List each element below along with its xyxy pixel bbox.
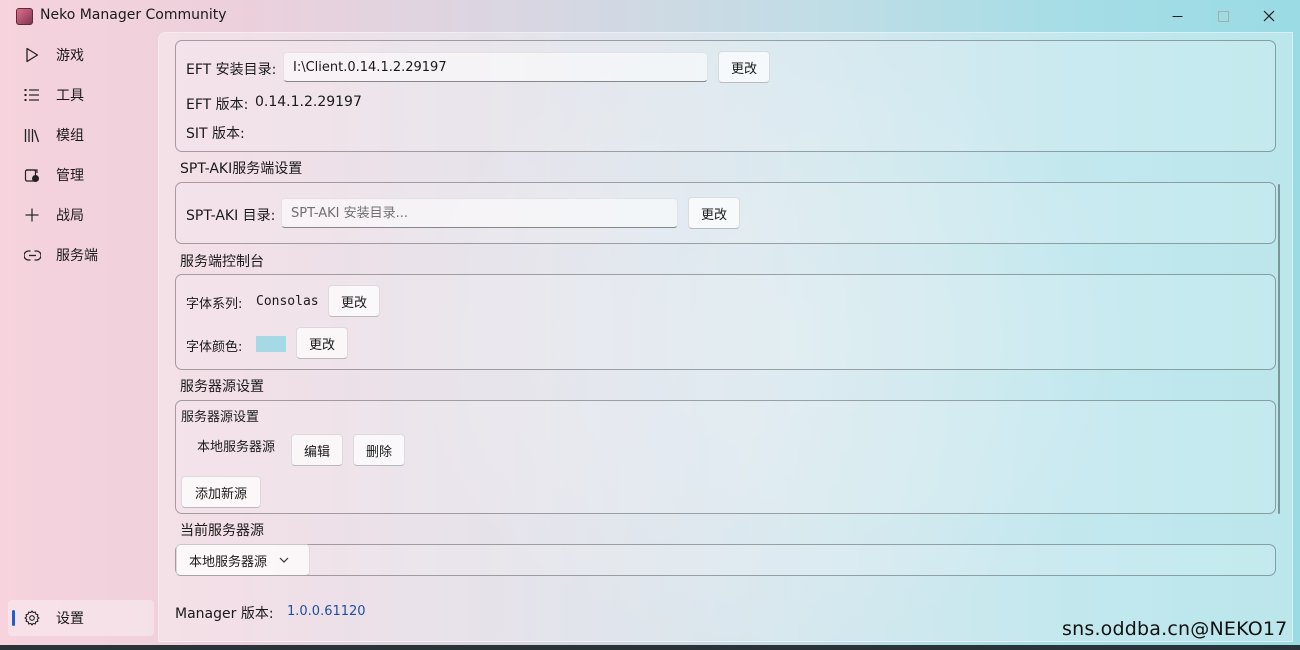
server-source-delete-button[interactable]: 删除 bbox=[353, 434, 405, 466]
minimize-icon bbox=[1172, 15, 1182, 17]
eft-version-label: EFT 版本: bbox=[186, 97, 249, 113]
sidebar-item-label: 战局 bbox=[56, 208, 84, 224]
eft-install-dir-label: EFT 安装目录: bbox=[186, 62, 277, 78]
current-source-selected: 本地服务器源 bbox=[189, 554, 268, 570]
link-icon bbox=[23, 246, 41, 264]
content-scrollbar[interactable] bbox=[1278, 184, 1280, 514]
play-icon bbox=[23, 46, 41, 64]
font-family-label: 字体系列: bbox=[186, 297, 243, 312]
sidebar-item-raid[interactable]: 战局 bbox=[8, 197, 154, 233]
font-color-change-button[interactable]: 更改 bbox=[296, 327, 348, 359]
current-source-section-title: 当前服务器源 bbox=[180, 523, 264, 539]
add-icon bbox=[23, 206, 41, 224]
spt-dir-label: SPT-AKI 目录: bbox=[186, 208, 276, 224]
app-title: Neko Manager Community bbox=[40, 7, 227, 23]
sit-version-label: SIT 版本: bbox=[186, 126, 245, 142]
manage-icon bbox=[23, 166, 41, 184]
title-bar: Neko Manager Community bbox=[0, 0, 1300, 32]
taskbar-strip bbox=[0, 645, 1300, 650]
current-source-card bbox=[175, 544, 1276, 576]
list-icon bbox=[23, 86, 41, 104]
font-color-swatch bbox=[256, 336, 286, 352]
current-source-dropdown[interactable]: 本地服务器源 bbox=[176, 544, 310, 576]
eft-version-value: 0.14.1.2.29197 bbox=[255, 94, 362, 110]
maximize-button[interactable] bbox=[1200, 0, 1246, 32]
server-source-section-title: 服务器源设置 bbox=[180, 379, 264, 395]
sidebar-item-tools[interactable]: 工具 bbox=[8, 77, 154, 113]
app-icon bbox=[16, 8, 33, 25]
library-icon bbox=[23, 126, 41, 144]
minimize-button[interactable] bbox=[1154, 0, 1200, 32]
spt-change-button[interactable]: 更改 bbox=[688, 197, 740, 229]
sidebar-item-settings[interactable]: 设置 bbox=[8, 600, 154, 636]
sidebar-item-label: 工具 bbox=[56, 88, 84, 104]
sidebar-nav: 游戏 工具 模组 管理 战局 服务端 设置 bbox=[8, 36, 158, 644]
font-family-change-button[interactable]: 更改 bbox=[328, 285, 380, 317]
sidebar-item-label: 模组 bbox=[56, 128, 84, 144]
sidebar-item-mods[interactable]: 模组 bbox=[8, 117, 154, 153]
add-server-source-button[interactable]: 添加新源 bbox=[181, 476, 261, 508]
sidebar-item-game[interactable]: 游戏 bbox=[8, 37, 154, 73]
spt-dir-input[interactable] bbox=[281, 198, 678, 228]
close-button[interactable] bbox=[1246, 0, 1292, 32]
server-source-name: 本地服务器源 bbox=[197, 440, 276, 455]
app-window: Neko Manager Community 游戏 工具 模组 管理 战局 服务… bbox=[0, 0, 1300, 645]
console-section-title: 服务端控制台 bbox=[180, 254, 264, 270]
spt-section-title: SPT-AKI服务端设置 bbox=[180, 161, 303, 177]
font-color-label: 字体颜色: bbox=[186, 340, 243, 355]
maximize-icon bbox=[1217, 10, 1229, 22]
sidebar-item-server[interactable]: 服务端 bbox=[8, 237, 154, 273]
sidebar-item-label: 管理 bbox=[56, 168, 84, 184]
manager-version-value: 1.0.0.61120 bbox=[287, 604, 366, 619]
eft-change-button[interactable]: 更改 bbox=[718, 51, 770, 83]
gear-icon bbox=[23, 609, 41, 627]
manager-version-label: Manager 版本: bbox=[175, 606, 274, 622]
sidebar-item-manage[interactable]: 管理 bbox=[8, 157, 154, 193]
sidebar-item-label: 游戏 bbox=[56, 48, 84, 64]
font-family-value: Consolas bbox=[256, 294, 319, 309]
chevron-down-icon bbox=[279, 557, 289, 563]
eft-install-dir-input[interactable] bbox=[283, 52, 708, 82]
credit-watermark: sns.oddba.cn@NEKO17 bbox=[1062, 618, 1288, 640]
server-source-edit-button[interactable]: 编辑 bbox=[291, 434, 343, 466]
selection-indicator bbox=[12, 610, 15, 626]
sidebar-item-label: 设置 bbox=[56, 611, 84, 627]
sidebar-item-label: 服务端 bbox=[56, 248, 98, 264]
close-icon bbox=[1263, 10, 1275, 22]
server-source-inner-title: 服务器源设置 bbox=[181, 410, 260, 425]
